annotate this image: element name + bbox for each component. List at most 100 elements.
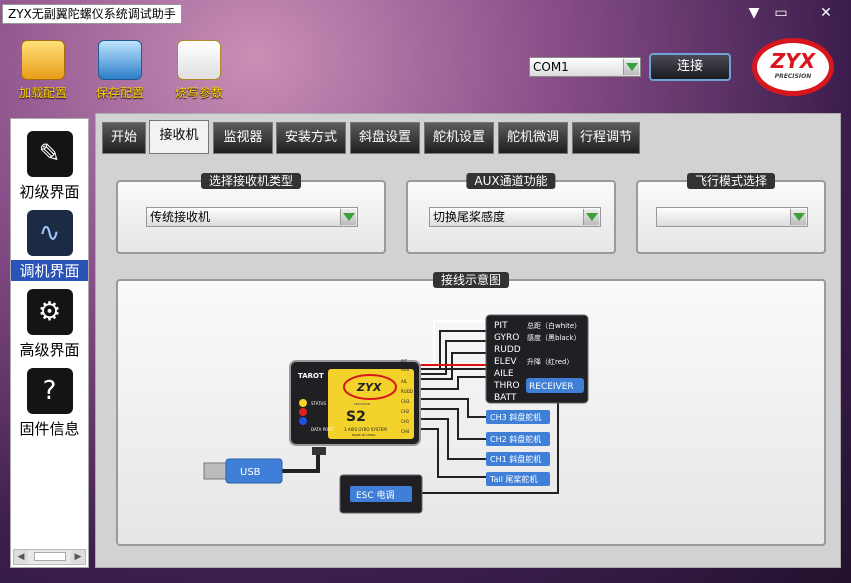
- receiver-block: PIT GYRO RUDD ELEV AILE THRO BATT 总距（白wh…: [485, 314, 589, 404]
- device-pin: CH1: [401, 419, 410, 424]
- wrench-icon: ✎: [26, 131, 73, 177]
- status-led-yellow: [299, 399, 307, 407]
- tab-start[interactable]: 开始: [102, 122, 146, 154]
- receiver-type-title: 选择接收机类型: [200, 173, 302, 189]
- servo-outputs: CH3 斜盘舵机 CH2 斜盘舵机 CH1 斜盘舵机 Tail 尾桨舵机: [486, 410, 550, 486]
- sidebar-item-label: 调机界面: [11, 260, 88, 281]
- save-config-button[interactable]: 保存配置: [85, 40, 155, 102]
- device-logo-sub: PRECISION: [354, 402, 370, 406]
- sidebar-item-advanced[interactable]: ⚙ 高级界面: [11, 289, 88, 360]
- flight-mode-select[interactable]: [656, 207, 808, 227]
- sidebar-scrollbar[interactable]: ◀ ▶: [13, 549, 86, 565]
- usb-label: USB: [240, 467, 261, 478]
- output-label: CH1 斜盘舵机: [490, 454, 541, 464]
- load-config-label: 加载配置: [18, 86, 67, 100]
- esc-label: ESC 电调: [356, 489, 395, 501]
- status-led-blue: [299, 417, 307, 425]
- usb-plug: USB: [203, 458, 283, 484]
- device-brand: TAROT: [298, 372, 324, 380]
- device-pin: RUDD: [401, 389, 413, 394]
- receiver-channel: PIT: [494, 321, 508, 331]
- device-pin: CH3: [401, 399, 410, 404]
- main-panel: 开始 接收机 监视器 安装方式 斜盘设置 舵机设置 舵机微调 行程调节 选择接收…: [95, 113, 841, 568]
- esc-block: ESC 电调: [339, 474, 423, 514]
- logo-text: ZYX: [770, 49, 816, 73]
- device-data-port-label: DATA PORT: [311, 427, 334, 432]
- chevron-down-icon[interactable]: [790, 209, 806, 225]
- gyro-device: TAROT STATUS DATA PORT ZYX PRECISION S2 …: [289, 359, 421, 446]
- flash-params-button[interactable]: 烧写参数: [164, 40, 234, 102]
- flight-mode-group: 飞行模式选择: [636, 173, 826, 254]
- device-model: S2: [346, 409, 366, 425]
- load-config-button[interactable]: 加载配置: [8, 40, 78, 102]
- sidebar-item-label: 初级界面: [19, 183, 80, 201]
- save-config-label: 保存配置: [95, 86, 144, 100]
- device-pin: CH2: [401, 409, 410, 414]
- window-title: ZYX无副翼陀螺仪系统调试助手: [2, 4, 182, 24]
- tab-mounting[interactable]: 安装方式: [276, 122, 346, 154]
- com-port-value: COM1: [533, 60, 569, 74]
- receiver-channel: AILE: [494, 369, 514, 379]
- chevron-down-icon[interactable]: [623, 59, 639, 75]
- flash-params-label: 烧写参数: [174, 86, 223, 100]
- tab-swashplate[interactable]: 斜盘设置: [350, 122, 420, 154]
- gear-icon: ⚙: [26, 289, 73, 335]
- minimize-button[interactable]: ▼: [743, 4, 765, 22]
- chevron-down-icon[interactable]: [340, 209, 356, 225]
- receiver-type-value: 传统接收机: [150, 210, 211, 224]
- output-label: Tail 尾桨舵机: [489, 474, 537, 484]
- receiver-type-group: 选择接收机类型 传统接收机: [116, 173, 386, 254]
- device-made: MADE IN CHINA: [352, 433, 376, 437]
- device-pin: AIL: [401, 379, 408, 384]
- sidebar-item-label: 固件信息: [19, 420, 80, 438]
- wiring-diagram-title: 接线示意图: [432, 272, 510, 288]
- receiver-note: 总距（白white）: [527, 321, 581, 330]
- receiver-channel: GYRO: [494, 333, 519, 343]
- device-pin-top: AUX: [401, 367, 410, 372]
- scroll-right-icon[interactable]: ▶: [71, 550, 85, 564]
- sidebar-item-tuning[interactable]: ∿ 调机界面: [11, 210, 88, 281]
- tab-receiver[interactable]: 接收机: [149, 120, 209, 154]
- wiring-diagram: TAROT STATUS DATA PORT ZYX PRECISION S2 …: [203, 314, 589, 514]
- tab-travel[interactable]: 行程调节: [572, 122, 640, 154]
- receiver-type-select[interactable]: 传统接收机: [146, 207, 358, 227]
- firmware-icon: ?: [26, 368, 73, 414]
- receiver-note: 感度（黑black）: [527, 333, 581, 342]
- aux-function-title: AUX通道功能: [466, 173, 556, 189]
- device-pin: CH4: [401, 429, 410, 434]
- data-port-connector: [312, 447, 326, 455]
- scroll-thumb[interactable]: [34, 552, 66, 561]
- device-logo: ZYX: [356, 381, 382, 394]
- scroll-left-icon[interactable]: ◀: [14, 550, 28, 564]
- sidebar-item-basic[interactable]: ✎ 初级界面: [11, 131, 88, 202]
- tab-monitor[interactable]: 监视器: [213, 122, 273, 154]
- tab-servo-trim[interactable]: 舵机微调: [498, 122, 568, 154]
- receiver-channel: THRO: [493, 381, 520, 391]
- close-button[interactable]: ✕: [815, 4, 837, 22]
- receiver-label: RECEIVER: [529, 382, 574, 392]
- zyx-logo: ZYX PRECISION: [752, 38, 834, 96]
- output-label: CH2 斜盘舵机: [490, 434, 541, 444]
- status-led-red: [299, 408, 307, 416]
- sidebar-item-firmware[interactable]: ? 固件信息: [11, 368, 88, 439]
- chevron-down-icon[interactable]: [583, 209, 599, 225]
- flight-mode-title: 飞行模式选择: [686, 173, 776, 189]
- receiver-channel: ELEV: [494, 357, 517, 367]
- restore-button[interactable]: ▭: [770, 4, 792, 22]
- device-status-label: STATUS: [311, 401, 326, 406]
- pencil-icon: [177, 40, 221, 80]
- save-icon: [98, 40, 142, 80]
- logo-subtext: PRECISION: [774, 73, 812, 80]
- aux-function-select[interactable]: 切换尾桨感度: [429, 207, 601, 227]
- aux-function-value: 切换尾桨感度: [433, 210, 506, 224]
- aux-function-group: AUX通道功能 切换尾桨感度: [406, 173, 616, 254]
- folder-icon: [21, 40, 65, 80]
- receiver-note: 升降（红red）: [527, 357, 573, 366]
- title-bar: ZYX无副翼陀螺仪系统调试助手 ▼ ▭ ✕: [0, 0, 851, 28]
- wiring-diagram-group: 接线示意图 TAROT STATUS DATA PORT ZYX PRECISI…: [116, 272, 826, 546]
- com-port-select[interactable]: COM1: [529, 57, 641, 77]
- tab-servo-setup[interactable]: 舵机设置: [424, 122, 494, 154]
- output-label: CH3 斜盘舵机: [490, 412, 541, 422]
- pulse-icon: ∿: [26, 210, 73, 256]
- connect-button[interactable]: 连接: [649, 53, 731, 81]
